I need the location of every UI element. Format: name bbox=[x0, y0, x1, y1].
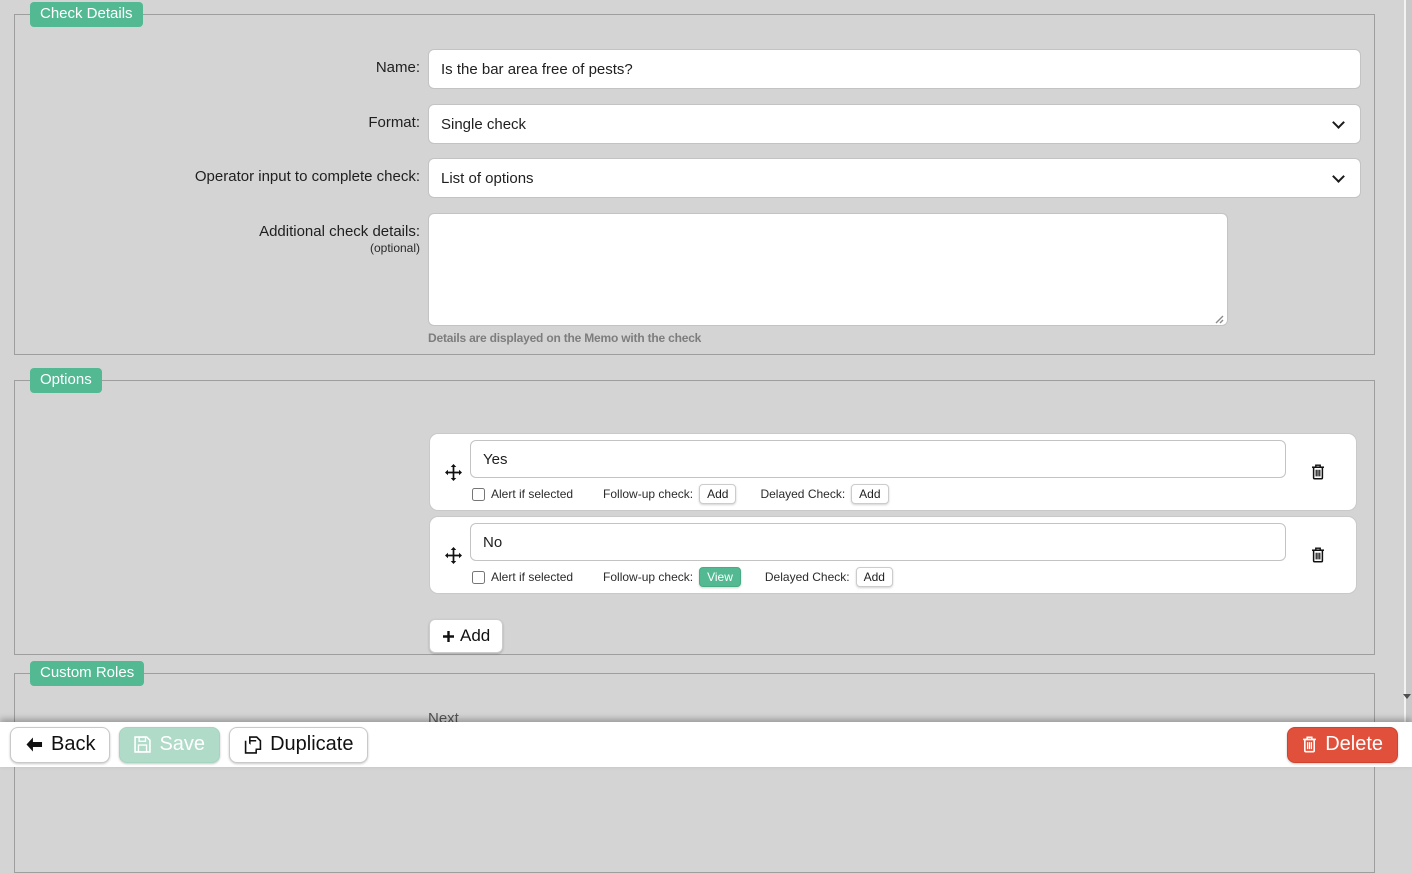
save-floppy-icon bbox=[134, 736, 151, 753]
add-option-button[interactable]: Add bbox=[429, 619, 503, 653]
details-hint: Details are displayed on the Memo with t… bbox=[428, 331, 1361, 345]
move-handle-icon[interactable] bbox=[445, 547, 462, 564]
name-row: Name: bbox=[15, 49, 1374, 89]
footer-toolbar: Back Save Duplicate Delete bbox=[0, 722, 1412, 767]
alert-if-selected-label: Alert if selected bbox=[491, 487, 573, 501]
format-row: Format: Single check bbox=[15, 104, 1374, 144]
page-content: Check Details Name: Format: Single check… bbox=[0, 0, 1404, 767]
alert-if-selected-checkbox[interactable] bbox=[472, 571, 485, 584]
details-label: Additional check details: (optional) bbox=[15, 213, 428, 345]
format-select[interactable]: Single check bbox=[428, 104, 1361, 144]
alert-if-selected-label: Alert if selected bbox=[491, 570, 573, 584]
plus-icon bbox=[442, 630, 455, 643]
back-arrow-icon bbox=[25, 737, 43, 752]
operator-input-select-value: List of options bbox=[441, 170, 534, 187]
delete-option-button[interactable] bbox=[1309, 545, 1327, 565]
custom-roles-section: Custom Roles Next bbox=[14, 673, 1375, 873]
operator-input-label: Operator input to complete check: bbox=[15, 158, 428, 198]
delayed-add-button[interactable]: Add bbox=[851, 484, 888, 504]
duplicate-button[interactable]: Duplicate bbox=[229, 727, 368, 763]
duplicate-pages-icon bbox=[244, 736, 262, 754]
alert-if-selected-checkbox[interactable] bbox=[472, 488, 485, 501]
option-value-input[interactable] bbox=[470, 523, 1286, 561]
trash-icon bbox=[1311, 547, 1325, 563]
options-section: Options Alert if selected Follow-up chec… bbox=[14, 380, 1375, 655]
follow-up-view-button[interactable]: View bbox=[699, 567, 741, 587]
check-details-section: Check Details Name: Format: Single check… bbox=[14, 14, 1375, 355]
follow-up-add-button[interactable]: Add bbox=[699, 484, 736, 504]
trash-icon bbox=[1311, 464, 1325, 480]
follow-up-check-label: Follow-up check: bbox=[603, 570, 693, 584]
scrollbar-down-arrow-icon[interactable] bbox=[1403, 694, 1411, 699]
back-button[interactable]: Back bbox=[10, 727, 110, 763]
option-row: Alert if selected Follow-up check: View … bbox=[429, 516, 1357, 594]
delete-button[interactable]: Delete bbox=[1287, 727, 1398, 763]
name-input[interactable] bbox=[428, 49, 1361, 89]
move-handle-icon[interactable] bbox=[445, 464, 462, 481]
delayed-check-label: Delayed Check: bbox=[760, 487, 845, 501]
follow-up-check-label: Follow-up check: bbox=[603, 487, 693, 501]
operator-input-select[interactable]: List of options bbox=[428, 158, 1361, 198]
details-textarea[interactable] bbox=[428, 213, 1228, 326]
option-value-input[interactable] bbox=[470, 440, 1286, 478]
details-optional-label: (optional) bbox=[15, 241, 420, 255]
delayed-add-button[interactable]: Add bbox=[856, 567, 893, 587]
operator-input-row: Operator input to complete check: List o… bbox=[15, 158, 1374, 198]
format-label: Format: bbox=[15, 104, 428, 144]
option-row: Alert if selected Follow-up check: Add D… bbox=[429, 433, 1357, 511]
details-row: Additional check details: (optional) Det… bbox=[15, 213, 1374, 345]
format-select-value: Single check bbox=[441, 116, 526, 133]
save-button[interactable]: Save bbox=[119, 727, 220, 763]
chevron-down-icon bbox=[1332, 116, 1345, 129]
custom-roles-legend: Custom Roles bbox=[30, 661, 144, 686]
delete-trash-icon bbox=[1302, 736, 1317, 753]
delete-option-button[interactable] bbox=[1309, 462, 1327, 482]
options-legend: Options bbox=[30, 368, 102, 393]
chevron-down-icon bbox=[1332, 170, 1345, 183]
delayed-check-label: Delayed Check: bbox=[765, 570, 850, 584]
name-label: Name: bbox=[15, 49, 428, 89]
check-details-legend: Check Details bbox=[30, 2, 143, 27]
vertical-scrollbar[interactable] bbox=[1404, 0, 1412, 722]
